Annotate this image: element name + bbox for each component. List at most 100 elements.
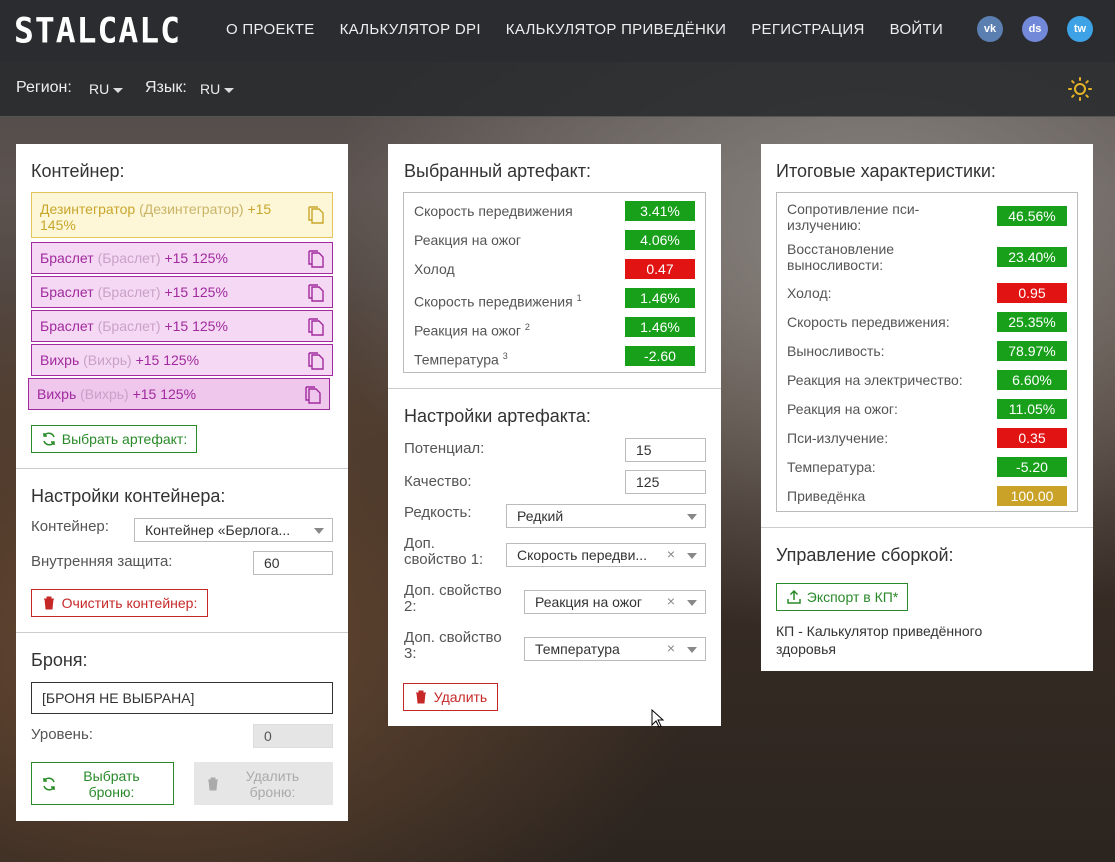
divider (16, 632, 348, 633)
prop3-value: Температура (535, 641, 620, 657)
refresh-icon (43, 777, 55, 791)
result-stat-label: Реакция на ожог: (787, 401, 898, 417)
artifact-slot[interactable]: Дезинтегратор (Дезинтегратор) +15 145% (31, 192, 333, 238)
export-label: Экспорт в КП* (806, 589, 899, 605)
nav-link-register[interactable]: РЕГИСТРАЦИЯ (751, 21, 864, 38)
discord-icon[interactable]: ds (1022, 16, 1048, 42)
twitter-icon[interactable]: tw (1067, 16, 1093, 42)
nav-link-hp-calculator[interactable]: КАЛЬКУЛЯТОР ПРИВЕДЁНКИ (506, 21, 726, 38)
region-label: Регион: (16, 79, 72, 96)
result-panel: Итоговые характеристики: Сопротивление п… (761, 144, 1093, 671)
export-footnote: КП - Калькулятор приведённого здоровья (776, 623, 983, 657)
result-stat-label: Реакция на электричество: (787, 372, 963, 388)
copy-icon[interactable] (306, 317, 326, 337)
artifact-text: Браслет (Браслет) +15 125% (40, 318, 228, 334)
result-stat-value: 25.35% (997, 312, 1067, 332)
artifact-slot[interactable]: Браслет (Браслет) +15 125% (31, 242, 333, 274)
artifact-text: Дезинтегратор (Дезинтегратор) +15 145% (40, 201, 272, 233)
trash-icon (43, 596, 54, 610)
divider (16, 468, 348, 469)
result-stat-value: 0.35 (997, 428, 1067, 448)
copy-icon[interactable] (306, 351, 326, 371)
artifact-settings-title: Настройки артефакта: (404, 406, 591, 426)
armor-level-label: Уровень: (31, 726, 93, 743)
stat-value: 4.06% (625, 230, 695, 250)
nav-link-login[interactable]: ВОЙТИ (890, 21, 943, 38)
armor-level-input: 0 (253, 724, 333, 748)
prop2-value: Реакция на ожог (535, 594, 643, 610)
quality-label: Качество: (404, 473, 472, 490)
region-value: RU (89, 81, 110, 97)
chevron-down-icon (687, 647, 697, 653)
artifact-stats-box: Скорость передвижения 3.41% Реакция на о… (403, 192, 706, 373)
delete-artifact-button[interactable]: Удалить (403, 683, 498, 711)
internal-protection-input[interactable]: 60 (253, 551, 333, 575)
copy-icon[interactable] (306, 205, 326, 225)
container-title: Контейнер: (31, 161, 125, 181)
clear-icon[interactable]: × (667, 546, 675, 562)
stat-value: 1.46% (625, 317, 695, 337)
nav-link-dpi-calculator[interactable]: КАЛЬКУЛЯТОР DPI (340, 21, 481, 38)
stat-label: Реакция на ожог (414, 232, 522, 248)
result-stat-label: Восстановление выносливости: (787, 241, 895, 273)
result-stat-value: 11.05% (997, 399, 1067, 419)
container-type-select[interactable]: Контейнер «Берлога... (134, 518, 333, 542)
potential-input[interactable]: 15 (625, 438, 706, 462)
rarity-select[interactable]: Редкий (506, 504, 706, 528)
nav-links: О ПРОЕКТЕ КАЛЬКУЛЯТОР DPI КАЛЬКУЛЯТОР ПР… (226, 21, 943, 38)
container-type-label: Контейнер: (31, 518, 109, 535)
upload-icon (787, 589, 801, 604)
armor-field[interactable]: [БРОНЯ НЕ ВЫБРАНА] (31, 682, 333, 714)
stat-label: Температура 3 (414, 351, 508, 368)
artifact-text: Вихрь (Вихрь) +15 125% (40, 352, 200, 368)
copy-icon[interactable] (306, 249, 326, 269)
stat-label: Скорость передвижения (414, 203, 573, 219)
chevron-down-icon (687, 514, 697, 520)
clear-container-button[interactable]: Очистить контейнер: (31, 589, 208, 617)
delete-artifact-label: Удалить (433, 689, 488, 705)
remove-armor-button: Удалить броню: (194, 762, 333, 805)
region-select[interactable]: RU (89, 81, 124, 97)
vk-icon[interactable]: vk (977, 16, 1003, 42)
sun-icon[interactable] (1068, 77, 1092, 101)
result-stat-label: Сопротивление пси-излучению: (787, 201, 920, 233)
export-button[interactable]: Экспорт в КП* (776, 583, 908, 611)
chevron-down-icon (687, 553, 697, 559)
nav-link-about[interactable]: О ПРОЕКТЕ (226, 21, 315, 38)
result-stat-value: 6.60% (997, 370, 1067, 390)
result-title: Итоговые характеристики: (776, 161, 996, 181)
selected-artifact-title: Выбранный артефакт: (404, 161, 591, 181)
prop2-select[interactable]: Реакция на ожог × (524, 590, 706, 614)
copy-icon[interactable] (306, 283, 326, 303)
result-stat-value: -5.20 (997, 457, 1067, 477)
artifact-slot[interactable]: Браслет (Браслет) +15 125% (31, 310, 333, 342)
artifact-slot[interactable]: Браслет (Браслет) +15 125% (31, 276, 333, 308)
language-select[interactable]: RU (200, 81, 235, 97)
stat-label: Холод (414, 261, 455, 277)
artifact-slot[interactable]: Вихрь (Вихрь) +15 125% (31, 344, 333, 376)
prop1-label: Доп. свойство 1: (404, 535, 484, 568)
clear-container-label: Очистить контейнер: (61, 595, 198, 611)
artifact-slot-hovered[interactable]: Вихрь (Вихрь) +15 125% (28, 378, 330, 410)
result-stat-label: Температура: (787, 459, 876, 475)
language-label: Язык: (145, 79, 187, 96)
quality-input[interactable]: 125 (625, 470, 706, 494)
container-type-value: Контейнер «Берлога... (145, 522, 291, 538)
mouse-cursor-icon (651, 709, 665, 728)
potential-label: Потенциал: (404, 440, 485, 457)
result-stat-label: Скорость передвижения: (787, 314, 950, 330)
clear-icon[interactable]: × (667, 640, 675, 656)
prop1-select[interactable]: Скорость передви... × (506, 543, 706, 567)
prop3-select[interactable]: Температура × (524, 637, 706, 661)
stat-value: -2.60 (625, 346, 695, 366)
result-stat-value: 0.95 (997, 283, 1067, 303)
stat-label: Реакция на ожог 2 (414, 322, 530, 339)
clear-icon[interactable]: × (667, 593, 675, 609)
copy-icon[interactable] (303, 385, 323, 405)
site-logo[interactable]: STALCALC (14, 10, 181, 51)
artifact-text: Браслет (Браслет) +15 125% (40, 284, 228, 300)
choose-artifact-button[interactable]: Выбрать артефакт: (31, 425, 197, 453)
divider (761, 527, 1093, 528)
choose-armor-button[interactable]: Выбрать броню: (31, 762, 174, 805)
container-panel: Контейнер: Дезинтегратор (Дезинтегратор)… (16, 144, 348, 821)
